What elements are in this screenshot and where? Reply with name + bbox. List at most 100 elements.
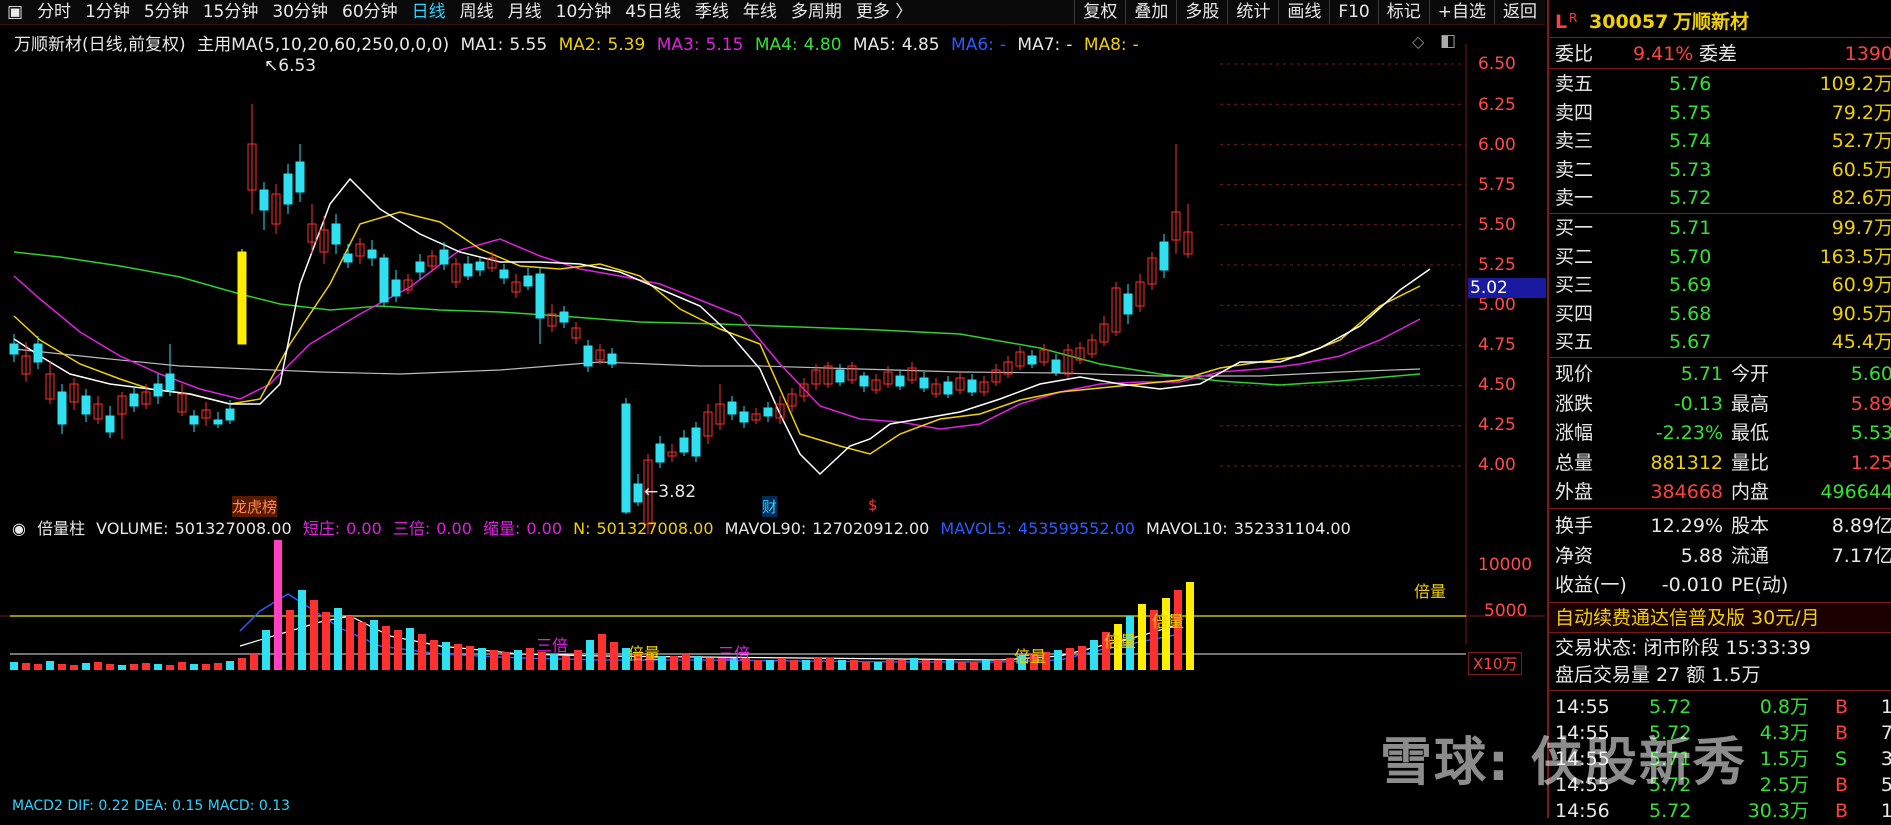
volume-bar [1138, 604, 1146, 670]
volume-bar [502, 652, 510, 670]
volume-bar [346, 616, 354, 670]
candle-body [391, 279, 401, 297]
trade-state: 交易状态: 闭市阶段 15:33:39 [1555, 637, 1811, 659]
weibi-label: 委比 [1555, 43, 1594, 65]
toolbar-right-buttons: 复权 叠加 多股 统计 画线 F10 标记 +自选 返回 [1074, 0, 1545, 24]
vol-tick-10000: 10000 [1478, 555, 1533, 575]
stat-label-2: 最低 [1731, 422, 1770, 445]
statistics-button[interactable]: 统计 [1227, 0, 1278, 24]
overlay-button[interactable]: 叠加 [1125, 0, 1176, 24]
mark-button[interactable]: 标记 [1377, 0, 1429, 24]
vol-label-sanbei-1: 三倍 [536, 636, 569, 655]
bid-label: 买一 [1555, 217, 1594, 239]
price-tick-575: 5.75 [1478, 175, 1516, 195]
stat-value-2: 5.53 [1850, 422, 1891, 445]
stat2-row: 收益(一) -0.010 PE(动) [1549, 571, 1891, 599]
volume-bar [574, 650, 582, 670]
stat2-value-2: 8.89亿 [1831, 515, 1891, 537]
stat-value-2: 1.25 [1850, 451, 1891, 474]
tab-monthly[interactable]: 月线 [501, 0, 549, 24]
stat2-row: 净资 5.88 流通 7.17亿 [1549, 542, 1891, 570]
draw-line-button[interactable]: 画线 [1278, 0, 1329, 24]
f10-button[interactable]: F10 [1329, 0, 1377, 24]
stat-value: -2.23% [1655, 422, 1723, 445]
tab-5min[interactable]: 5分钟 [137, 0, 196, 24]
bid-price: 5.70 [1669, 245, 1712, 268]
ask-price: 5.72 [1669, 187, 1712, 210]
bid-volume: 163.5万 [1819, 245, 1891, 268]
macd-header: MACD2 DIF: 0.22 DEA: 0.15 MACD: 0.13 [12, 798, 291, 814]
volume-bar [526, 648, 534, 670]
stat-label-2: 内盘 [1731, 481, 1770, 504]
candle-body [763, 407, 773, 417]
volume-bar [442, 642, 450, 670]
bid-price: 5.68 [1669, 302, 1712, 325]
tab-30min[interactable]: 30分钟 [265, 0, 335, 24]
tick-volume: 30.3万 [1747, 800, 1809, 822]
tab-more[interactable]: 更多 〉 [849, 0, 919, 24]
volume-bar [250, 654, 258, 670]
stat2-label-2: 股本 [1731, 515, 1770, 537]
bid-price: 5.69 [1669, 274, 1712, 297]
volume-bar [226, 661, 234, 670]
volume-bar [70, 665, 78, 670]
volume-unit: X10万 [1468, 652, 1523, 675]
candle-body [259, 189, 269, 211]
tab-year[interactable]: 年线 [736, 0, 784, 24]
stat-label-2: 今开 [1731, 363, 1770, 385]
bid-label: 买五 [1555, 331, 1594, 354]
candle-body [379, 257, 389, 303]
low-annotation: ←3.82 [644, 482, 697, 502]
ask-volume: 52.7万 [1831, 130, 1891, 153]
tab-60min[interactable]: 60分钟 [335, 0, 405, 24]
tab-fenshi[interactable]: 分时 [30, 0, 78, 24]
tab-multi-period[interactable]: 多周期 [784, 0, 849, 24]
volume-bar [478, 648, 486, 670]
bid-label: 买二 [1555, 245, 1594, 268]
multi-stock-button[interactable]: 多股 [1176, 0, 1227, 24]
back-button[interactable]: 返回 [1494, 0, 1545, 24]
tab-1min[interactable]: 1分钟 [78, 0, 137, 24]
tab-15min[interactable]: 15分钟 [196, 0, 266, 24]
candle-body [343, 253, 353, 263]
tick-side: S [1835, 748, 1848, 770]
volume-bar [838, 660, 846, 670]
tab-daily[interactable]: 日线 [405, 0, 453, 24]
bid-row: 买三 5.69 60.9万 [1549, 271, 1891, 299]
tab-10min[interactable]: 10分钟 [549, 0, 619, 24]
watermark-text: 雪球: 侠股新秀 [1380, 733, 1747, 793]
tick-count: 3 [1880, 748, 1891, 770]
bid-volume: 60.9万 [1831, 274, 1891, 297]
price-tick-625: 6.25 [1478, 95, 1516, 115]
tick-side: B [1835, 774, 1849, 796]
vol-label-beiliang-1: 倍量 [628, 644, 661, 663]
tab-weekly[interactable]: 周线 [453, 0, 501, 24]
tick-price: 5.72 [1649, 696, 1692, 718]
volume-bar [1006, 658, 1014, 670]
tab-45day[interactable]: 45日线 [618, 0, 688, 24]
tick-row: 14:56 5.72 30.3万 B 1 [1549, 797, 1891, 825]
dollar-marker[interactable]: $ [868, 496, 878, 514]
toolbar-icon[interactable]: ▣ [0, 0, 30, 24]
stat-row: 涨跌 -0.13 最高 5.89 [1549, 390, 1891, 418]
lhb-marker[interactable]: 龙虎榜 [232, 496, 278, 517]
candle-body [535, 273, 545, 319]
stat-value: -0.13 [1673, 392, 1723, 415]
volume-bar [814, 658, 822, 670]
volume-bar [766, 660, 774, 670]
finance-marker[interactable]: 财 [762, 496, 778, 517]
candle-body [1027, 355, 1037, 365]
tab-quarter[interactable]: 季线 [688, 0, 736, 24]
promo-row[interactable]: 自动续费通达信普及版 30元/月 [1549, 604, 1891, 632]
volume-bar [142, 663, 150, 670]
volume-bar [670, 656, 678, 670]
weibi-value: 9.41% [1633, 43, 1694, 65]
bid-row: 买四 5.68 90.5万 [1549, 300, 1891, 328]
volume-bar [994, 660, 1002, 670]
add-watchlist-button[interactable]: +自选 [1428, 0, 1494, 24]
candle-body [57, 391, 67, 425]
ask-row: 卖一 5.72 82.6万 [1549, 184, 1891, 212]
fuquan-button[interactable]: 复权 [1074, 0, 1125, 24]
after-hours-row: 盘后交易量 27 额 1.5万 [1549, 661, 1891, 689]
volume-bar [874, 662, 882, 670]
